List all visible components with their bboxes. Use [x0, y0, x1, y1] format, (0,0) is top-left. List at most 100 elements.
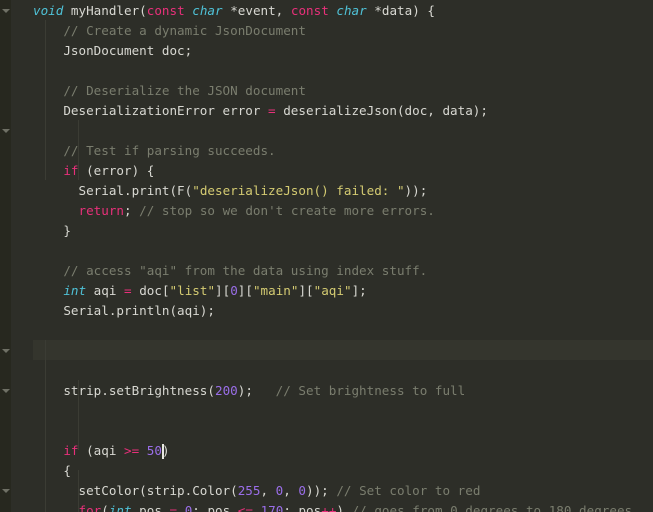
code-token-pln: ; pos [283, 503, 322, 512]
code-line[interactable]: if (aqi >= 50) [0, 441, 653, 461]
code-line[interactable]: // access "aqi" from the data using inde… [0, 261, 653, 281]
code-token-pln: deserializeJson(doc, data); [275, 103, 488, 118]
code-line-text: // Test if parsing succeeds. [33, 141, 275, 161]
code-line-text: // Create a dynamic JsonDocument [33, 21, 306, 41]
code-token-num: 0 [298, 483, 306, 498]
code-editor[interactable]: void myHandler(const char *event, const … [0, 0, 653, 512]
code-token-type: int [63, 283, 87, 298]
code-token-op: = [268, 103, 276, 118]
text-caret [161, 444, 164, 459]
code-line[interactable] [0, 241, 653, 261]
code-token-kw: const [290, 3, 329, 18]
code-line-text: int aqi = doc["list"][0]["main"]["aqi"]; [33, 281, 367, 301]
code-line[interactable]: if (error) { [0, 161, 653, 181]
code-token-pln: pos [131, 503, 170, 512]
code-line[interactable]: Serial.print(F("deserializeJson() failed… [0, 181, 653, 201]
code-token-pln: DeserializationError error [33, 103, 269, 118]
code-token-cmt: // Create a dynamic JsonDocument [33, 23, 306, 38]
code-line[interactable] [0, 361, 653, 381]
code-token-pln: (aqi [78, 443, 125, 458]
code-line[interactable] [0, 341, 653, 361]
code-token-pln: ; [124, 203, 132, 218]
code-token-op: = [169, 503, 178, 512]
code-token-pln: *data) { [366, 3, 435, 18]
code-token-cmt: // Deserialize the JSON document [33, 83, 306, 98]
code-line-text: void myHandler(const char *event, const … [33, 1, 435, 21]
code-line-text: // access "aqi" from the data using inde… [33, 261, 427, 281]
code-line[interactable]: } [0, 221, 653, 241]
code-token-pln: ][ [237, 283, 253, 298]
code-token-pln [33, 203, 79, 218]
code-line[interactable]: JsonDocument doc; [0, 41, 653, 61]
code-token-pln: ( [101, 503, 109, 512]
code-line[interactable] [0, 321, 653, 341]
code-token-pln: , [260, 483, 276, 498]
code-token-pln: ); [237, 383, 276, 398]
code-line[interactable] [0, 421, 653, 441]
code-line[interactable]: strip.setBrightness(200); // Set brightn… [0, 381, 653, 401]
code-line-text: setColor(strip.Color(255, 0, 0)); // Set… [33, 481, 480, 501]
code-line[interactable]: DeserializationError error = deserialize… [0, 101, 653, 121]
code-token-kw: if [63, 443, 79, 458]
code-token-pln [33, 443, 63, 458]
code-token-kw: return [78, 203, 125, 218]
code-token-pln: strip.setBrightness( [33, 383, 215, 398]
code-line-text: for(int pos = 0; pos <= 170; pos++) // g… [33, 501, 633, 512]
code-line-text: JsonDocument doc; [33, 41, 192, 61]
code-token-pln [33, 283, 63, 298]
code-line[interactable]: // Test if parsing succeeds. [0, 141, 653, 161]
code-line[interactable]: void myHandler(const char *event, const … [0, 1, 653, 21]
code-token-pln: )); [306, 483, 337, 498]
code-line-text: DeserializationError error = deserialize… [33, 101, 488, 121]
code-line[interactable]: for(int pos = 0; pos <= 170; pos++) // g… [0, 501, 653, 512]
code-token-pln: { [33, 463, 71, 478]
code-token-pln: ]; [351, 283, 367, 298]
code-line[interactable] [0, 61, 653, 81]
code-token-kw: if [63, 163, 79, 178]
code-token-pln: aqi [86, 283, 125, 298]
code-line[interactable]: { [0, 461, 653, 481]
code-token-pln [33, 163, 63, 178]
code-line-text: if (aqi >= 50) [33, 441, 169, 461]
code-token-type: char [336, 3, 367, 18]
code-line[interactable]: return; // stop so we don't create more … [0, 201, 653, 221]
code-token-type: void [33, 3, 64, 18]
code-token-op: >= [124, 443, 140, 458]
code-token-kw: const [146, 3, 185, 18]
code-line-text: { [33, 461, 71, 481]
code-token-pln: , [283, 483, 299, 498]
code-line-text: Serial.println(aqi); [33, 301, 215, 321]
code-token-op: ++ [321, 503, 337, 512]
code-line[interactable]: Serial.println(aqi); [0, 301, 653, 321]
code-line-text: Serial.print(F("deserializeJson() failed… [33, 181, 427, 201]
code-token-str: "deserializeJson() failed: " [192, 183, 405, 198]
code-text-area[interactable]: void myHandler(const char *event, const … [0, 0, 653, 512]
code-line[interactable]: int aqi = doc["list"][0]["main"]["aqi"]; [0, 281, 653, 301]
code-token-str: "aqi" [313, 283, 352, 298]
code-token-pln: Serial.println(aqi); [33, 303, 215, 318]
code-token-num: 170 [260, 503, 284, 512]
code-token-type: char [192, 3, 223, 18]
code-token-pln: ][ [215, 283, 231, 298]
code-token-cmt: // Set brightness to full [275, 383, 466, 398]
code-token-type: int [108, 503, 132, 512]
code-token-kw: for [78, 503, 102, 512]
code-token-str: "main" [252, 283, 299, 298]
code-token-pln [177, 503, 185, 512]
code-line-text: return; // stop so we don't create more … [33, 201, 435, 221]
code-line[interactable]: setColor(strip.Color(255, 0, 0)); // Set… [0, 481, 653, 501]
code-token-pln: doc[ [131, 283, 170, 298]
code-token-cmt: // access "aqi" from the data using inde… [33, 263, 428, 278]
code-token-pln [139, 443, 147, 458]
code-token-cmt: // stop so we don't create more errors. [131, 203, 435, 218]
code-token-cmt: // goes from 0 degrees to 180 degrees [351, 503, 633, 512]
code-token-pln: (error) { [78, 163, 155, 178]
code-line[interactable]: // Deserialize the JSON document [0, 81, 653, 101]
code-token-pln: ) [336, 503, 352, 512]
code-line[interactable] [0, 401, 653, 421]
code-token-op: <= [237, 503, 253, 512]
code-line[interactable]: // Create a dynamic JsonDocument [0, 21, 653, 41]
code-token-num: 200 [214, 383, 238, 398]
code-line[interactable] [0, 121, 653, 141]
code-token-pln: ; pos [192, 503, 238, 512]
